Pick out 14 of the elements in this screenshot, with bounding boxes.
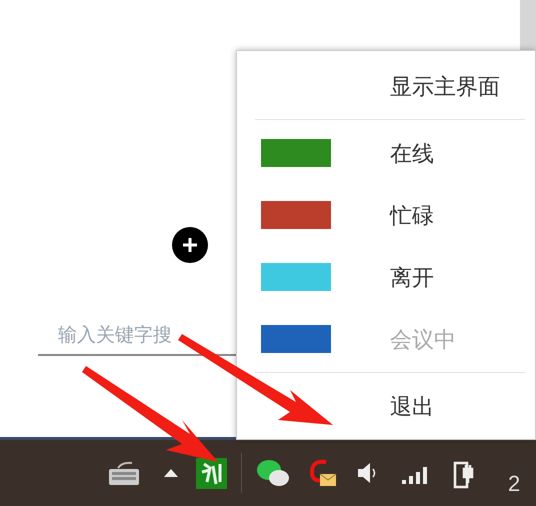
up-arrow-icon[interactable] xyxy=(164,469,178,477)
menu-item[interactable]: 忙碌 xyxy=(237,184,535,246)
add-button[interactable] xyxy=(172,227,208,263)
menu-item[interactable]: 退出 xyxy=(237,375,535,437)
search-field[interactable]: 输入关键字搜 xyxy=(38,318,236,356)
speaker-icon[interactable] xyxy=(356,460,378,486)
menu-item[interactable]: 离开 xyxy=(237,246,535,308)
app-tray-icon[interactable] xyxy=(196,458,227,488)
keyboard-icon[interactable] xyxy=(108,460,140,486)
chat-icon[interactable] xyxy=(256,458,290,488)
clock-text: 2 xyxy=(508,470,520,498)
plus-icon xyxy=(181,236,199,254)
menu-item[interactable]: 在线 xyxy=(237,122,535,184)
menu-item[interactable]: 显示主界面 xyxy=(237,55,535,117)
